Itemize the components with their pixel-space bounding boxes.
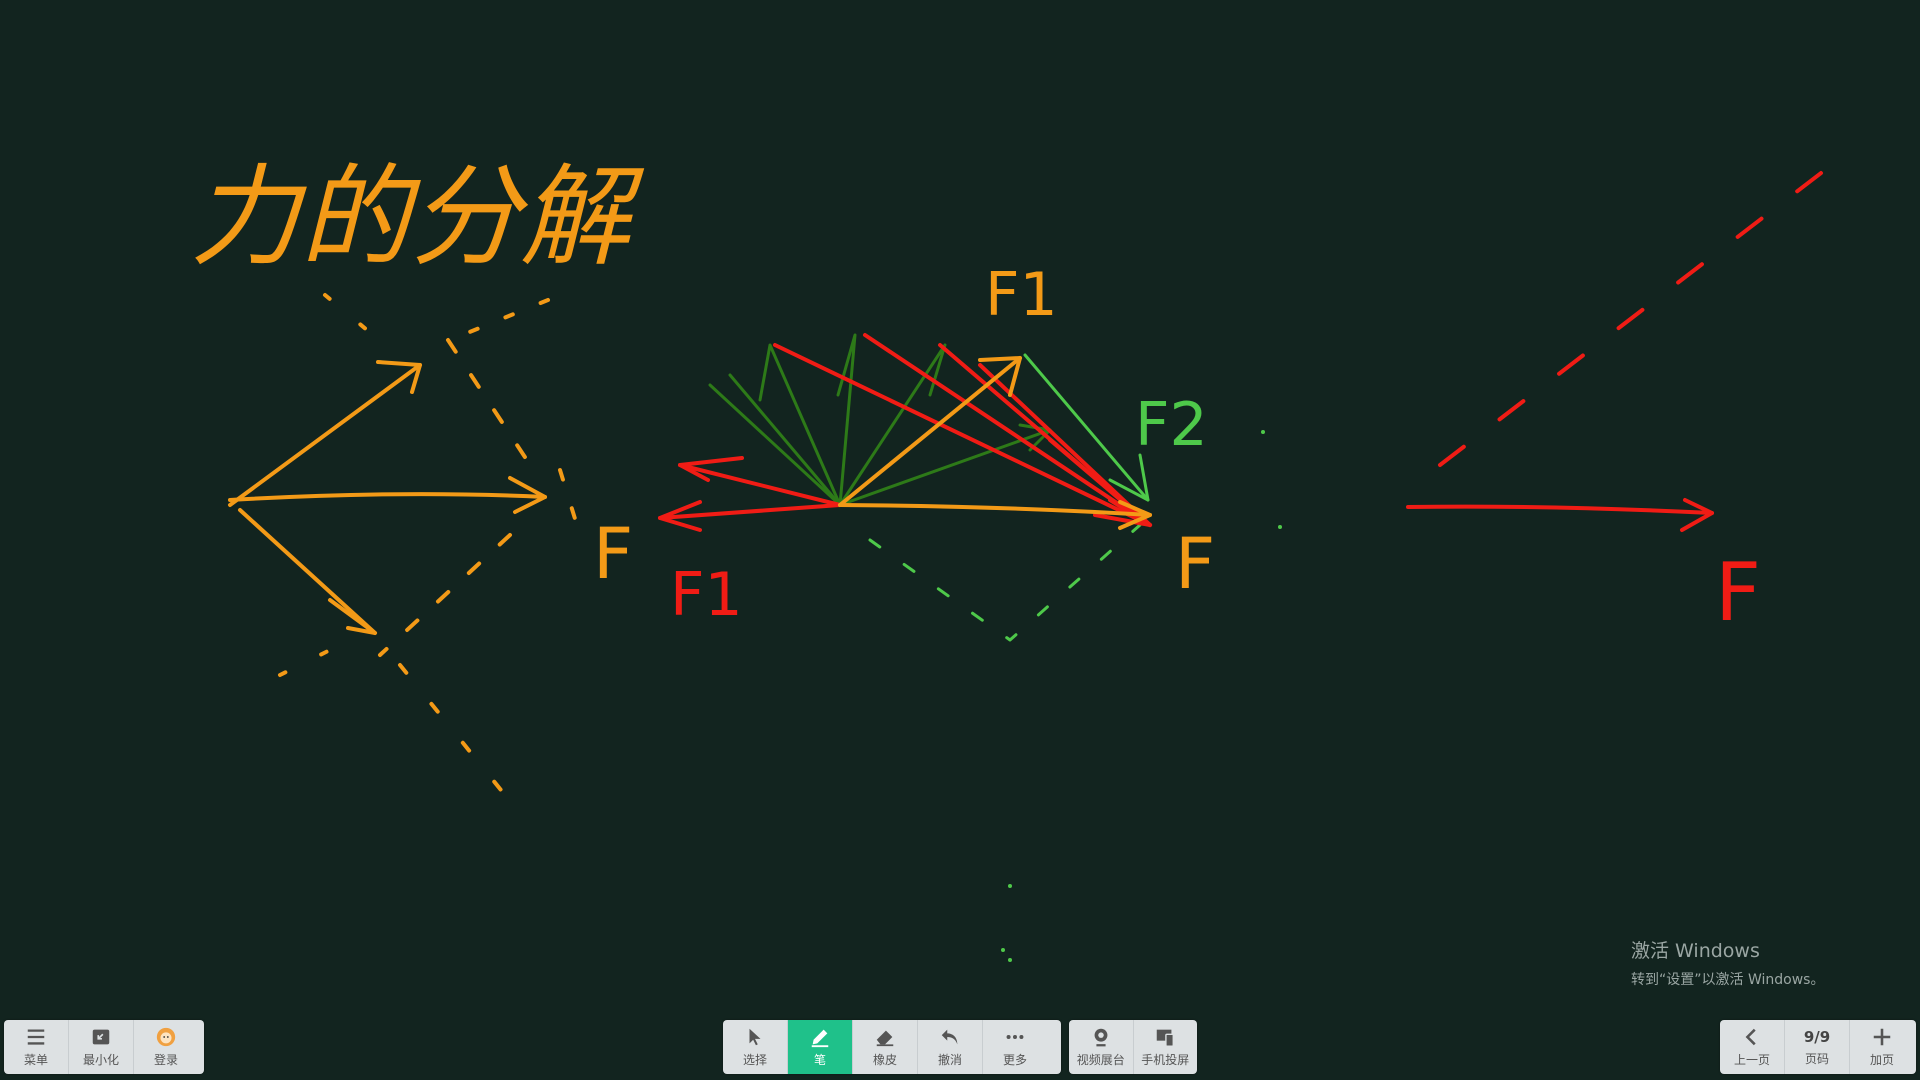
add-page-button[interactable]: 加页 [1850,1020,1914,1074]
f-resultant-arrow [228,492,547,502]
label-f-middle: F [1175,523,1215,605]
label-f1-red: F1 [670,560,743,630]
menu-label: 菜单 [23,1053,48,1067]
select-label: 选择 [742,1053,767,1067]
minimize-button[interactable]: 最小化 [69,1020,134,1074]
prev-page-button[interactable]: 上一页 [1720,1020,1785,1074]
left-toolbar: 菜单 最小化 登录 [4,1020,204,1074]
center-toolbar: 选择 笔 橡皮 撤消 更多 [723,1020,1061,1074]
login-button[interactable]: 登录 [134,1020,198,1074]
label-f1-top: F1 [985,260,1058,330]
page-label: 页码 [1804,1051,1829,1066]
add-page-label: 加页 [1869,1053,1894,1067]
minimize-icon [92,1029,110,1045]
dashed-guide-right [558,468,582,537]
label-f-right: F [1715,546,1761,639]
title-handwriting: 力的分解 [190,153,645,281]
minimize-label: 最小化 [82,1053,119,1067]
watermark-subtitle: 转到“设置”以激活 Windows。 [1631,972,1825,988]
pen-label: 笔 [813,1053,826,1067]
plus-icon [1873,1028,1891,1046]
f1-arrowhead [376,360,422,394]
right-force-diagram [1406,158,1840,532]
f1-vector-arrow [228,363,422,507]
right-f-arrow [1406,504,1714,515]
windows-activation-watermark: 激活 Windows 转到“设置”以激活 Windows。 [1631,936,1824,989]
more-label: 更多 [1002,1053,1027,1067]
phone-cast-icon [1157,1029,1175,1047]
pen-button[interactable]: 笔 [788,1020,853,1074]
f2-vector-arrow [238,508,377,635]
whiteboard-canvas[interactable]: 力的分解 F F1 F1 F2 F F [0,0,1920,1080]
right-f-arrowhead [1680,498,1714,532]
center-toolbar-extra: 视频展台 手机投屏 [1069,1020,1197,1074]
select-button[interactable]: 选择 [723,1020,788,1074]
dashed-guide-bottom-b [278,648,332,677]
dashed-guide-top-b [448,298,550,342]
more-button[interactable]: 更多 [983,1020,1047,1074]
pen-icon [811,1029,829,1048]
phone-cast-button[interactable]: 手机投屏 [1134,1020,1198,1074]
eraser-label: 橡皮 [872,1053,897,1067]
avatar-icon [156,1027,176,1047]
eraser-button[interactable]: 橡皮 [853,1020,918,1074]
label-f2-green: F2 [1135,390,1208,460]
undo-icon [941,1029,958,1045]
right-dashed-line [1438,158,1840,467]
video-booth-label: 视频展台 [1076,1053,1125,1067]
left-force-diagram [228,293,582,797]
phone-cast-label: 手机投屏 [1141,1053,1190,1067]
login-label: 登录 [153,1053,178,1067]
menu-icon [27,1029,45,1045]
dashed-guide-bottom [378,533,512,657]
eraser-icon [876,1030,894,1047]
page-indicator[interactable]: 9/9 页码 [1785,1020,1850,1074]
dashed-guide-top-c [323,293,387,347]
title-text: 力的分解 [190,153,645,281]
more-icon [1006,1034,1024,1040]
camera-icon [1094,1028,1108,1047]
video-booth-button[interactable]: 视频展台 [1069,1020,1134,1074]
chevron-left-icon [1745,1028,1756,1046]
label-f-left: F [593,513,633,595]
f2-arrowhead [328,598,377,635]
dashed-guide-top [446,338,542,482]
watermark-title: 激活 Windows [1631,940,1760,962]
prev-page-label: 上一页 [1733,1053,1770,1067]
page-count: 9/9 [1803,1027,1831,1046]
menu-button[interactable]: 菜单 [4,1020,69,1074]
cursor-icon [749,1028,761,1046]
dashed-guide-bottom-c [398,663,507,797]
right-toolbar: 上一页 9/9 页码 加页 [1720,1020,1916,1074]
undo-label: 撤消 [937,1053,962,1067]
undo-button[interactable]: 撤消 [918,1020,983,1074]
